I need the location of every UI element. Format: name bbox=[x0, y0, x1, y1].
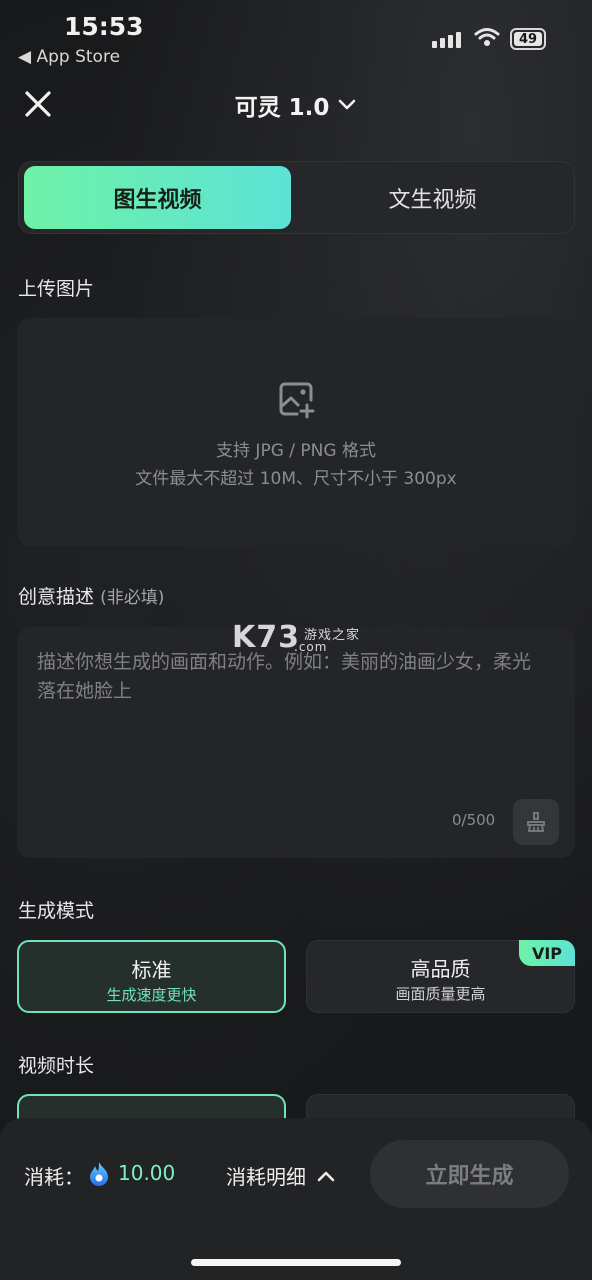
upload-size-hint: 文件最大不超过 10M、尺寸不小于 300px bbox=[135, 469, 457, 489]
mode-subtitle: 生成速度更快 bbox=[106, 986, 197, 1004]
battery-level: 49 bbox=[518, 31, 538, 47]
vip-badge: VIP bbox=[519, 940, 575, 966]
chevron-up-icon bbox=[317, 1171, 335, 1181]
battery-icon: 49 bbox=[510, 28, 546, 50]
tab-image-to-video[interactable]: 图生视频 bbox=[24, 166, 291, 229]
duration-section-label: 视频时长 bbox=[18, 1055, 95, 1077]
model-selector[interactable]: 可灵 1.0 bbox=[235, 88, 358, 122]
status-bar: 15:53 ◀ App Store 49 bbox=[0, 0, 592, 72]
credit-flame-icon bbox=[90, 1162, 108, 1186]
optional-hint: (非必填) bbox=[100, 588, 165, 608]
watermark-text: K73 bbox=[232, 620, 300, 655]
chevron-down-icon bbox=[339, 99, 356, 110]
cellular-signal-icon bbox=[432, 32, 461, 48]
prompt-placeholder: 描述你想生成的画面和动作。例如：美丽的油画少女，柔光落在她脸上 bbox=[37, 651, 532, 702]
prompt-label: 创意描述 bbox=[18, 586, 95, 608]
header: 可灵 1.0 bbox=[0, 88, 592, 122]
mode-subtitle: 画面质量更高 bbox=[395, 985, 486, 1003]
upload-section-label: 上传图片 bbox=[18, 278, 95, 300]
broom-icon bbox=[527, 812, 545, 832]
image-upload-area[interactable] bbox=[17, 318, 575, 546]
cost-detail-toggle[interactable]: 消耗明细 bbox=[226, 1161, 336, 1190]
tab-text-to-video[interactable]: 文生视频 bbox=[296, 166, 569, 229]
prompt-section-label: 创意描述 (非必填) bbox=[18, 582, 164, 609]
add-image-icon bbox=[279, 382, 315, 419]
mode-tabs: 图生视频 文生视频 bbox=[18, 161, 575, 234]
clear-button[interactable] bbox=[513, 799, 559, 845]
home-indicator[interactable] bbox=[191, 1259, 401, 1266]
cost-value: 10.00 bbox=[118, 1161, 176, 1185]
mode-section-label: 生成模式 bbox=[18, 900, 95, 922]
status-time: 15:53 bbox=[64, 12, 144, 41]
mode-option-high-quality[interactable]: 高品质 画面质量更高 VIP bbox=[306, 940, 575, 1013]
back-to-app-link[interactable]: ◀ App Store bbox=[18, 47, 120, 67]
cost-label: 消耗： bbox=[24, 1165, 84, 1189]
watermark-logo: K73 游戏之家 .com bbox=[232, 620, 359, 655]
generate-button[interactable]: 立即生成 bbox=[370, 1140, 569, 1208]
char-counter: 0/500 bbox=[452, 811, 496, 829]
upload-format-hint: 支持 JPG / PNG 格式 bbox=[216, 441, 376, 461]
mode-option-standard[interactable]: 标准 生成速度更快 bbox=[17, 940, 286, 1013]
mode-title: 标准 bbox=[131, 958, 172, 982]
wifi-icon bbox=[474, 28, 500, 46]
cost-detail-label: 消耗明细 bbox=[226, 1165, 306, 1189]
watermark-domain: .com bbox=[294, 640, 328, 654]
model-title: 可灵 1.0 bbox=[234, 95, 330, 121]
